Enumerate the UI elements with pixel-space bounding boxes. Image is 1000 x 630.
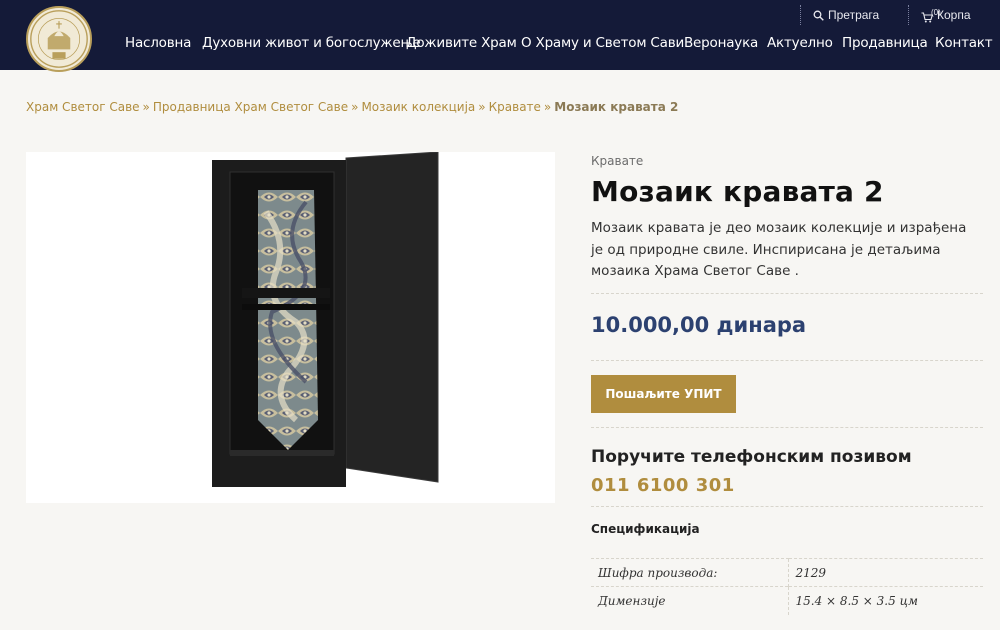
nav-item-news[interactable]: Актуелно	[767, 35, 833, 51]
breadcrumb-current: Мозаик кравата 2	[554, 100, 679, 114]
breadcrumb-link-ties[interactable]: Кравате	[489, 100, 541, 114]
nav-item-religious-education[interactable]: Веронаука	[684, 35, 758, 51]
breadcrumb-link-temple[interactable]: Храм Светог Саве	[26, 100, 140, 114]
cart-utility: (0) Корпа	[908, 4, 971, 26]
tie-in-box-photo	[212, 152, 439, 487]
divider	[591, 293, 983, 294]
breadcrumb-link-shop[interactable]: Продавница Храм Светог Саве	[153, 100, 348, 114]
breadcrumb-separator: »	[142, 100, 150, 114]
search-icon	[813, 10, 824, 21]
search-utility: Претрага	[800, 4, 879, 26]
spec-value: 15.4 × 8.5 × 3.5 цм	[787, 586, 983, 615]
specification-title: Спецификација	[591, 522, 700, 536]
cart-link[interactable]: (0) Корпа	[909, 8, 971, 23]
cart-count: (0)	[931, 7, 941, 17]
temple-logo[interactable]	[26, 6, 92, 72]
temple-logo-graphic	[30, 10, 88, 68]
breadcrumb-separator: »	[543, 100, 552, 114]
phone-number[interactable]: 011 6100 301	[591, 475, 735, 496]
breadcrumb-link-collection[interactable]: Мозаик колекција	[361, 100, 475, 114]
nav-item-shop[interactable]: Продавница	[842, 35, 928, 51]
nav-item-spiritual-life[interactable]: Духовни живот и богослужење	[202, 35, 421, 51]
phone-order-heading: Поручите телефонским позивом	[591, 447, 912, 467]
divider	[591, 360, 983, 361]
product-image[interactable]	[26, 152, 555, 503]
breadcrumb-separator: »	[478, 100, 486, 114]
breadcrumb: Храм Светог Саве» Продавница Храм Светог …	[26, 100, 678, 114]
divider	[591, 506, 983, 507]
nav-item-experience-temple[interactable]: Доживите Храм	[406, 35, 517, 51]
search-label: Претрага	[828, 8, 880, 22]
table-row: Шифра производа: 2129	[591, 558, 983, 587]
nav-item-contact[interactable]: Контакт	[935, 35, 993, 51]
spec-value: 2129	[787, 558, 983, 587]
product-title: Мозаик кравата 2	[591, 175, 884, 208]
product-category[interactable]: Кравате	[591, 154, 643, 168]
table-row: Димензије 15.4 × 8.5 × 3.5 цм	[591, 586, 983, 615]
send-inquiry-button[interactable]: Пошаљите УПИТ	[591, 375, 736, 413]
nav-item-home[interactable]: Насловна	[125, 35, 191, 51]
nav-item-about-temple[interactable]: О Храму и Светом Сави	[521, 35, 684, 51]
cart-label: Корпа	[937, 8, 971, 22]
product-price: 10.000,00 динара	[591, 313, 807, 337]
spec-label: Шифра производа:	[591, 558, 788, 587]
product-description: Мозаик кравата је део мозаик колекције и…	[591, 220, 967, 279]
breadcrumb-separator: »	[351, 100, 359, 114]
divider	[591, 427, 983, 428]
search-link[interactable]: Претрага	[801, 8, 879, 22]
spec-label: Димензије	[591, 586, 788, 615]
site-header: Претрага (0) Корпа Насловна Духовни живо…	[0, 0, 1000, 72]
specification-table: Шифра производа: 2129 Димензије 15.4 × 8…	[591, 558, 983, 615]
